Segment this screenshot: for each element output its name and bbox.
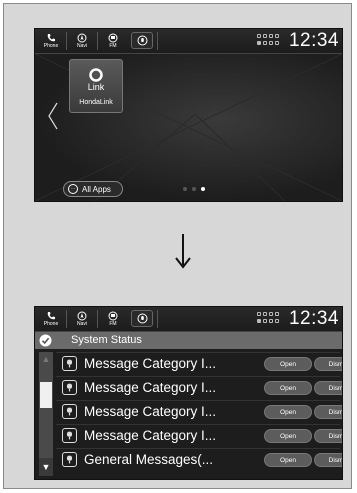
separator — [66, 32, 67, 50]
system-status-icons — [257, 311, 281, 327]
message-row[interactable]: General Messages(... Open Dismiss — [56, 448, 342, 471]
message-row[interactable]: Message Category I... Open Dismiss — [56, 400, 342, 423]
phone-button[interactable]: Phone — [37, 30, 65, 52]
siri-button[interactable] — [131, 32, 153, 49]
clock: 12:34 — [288, 308, 339, 329]
separator — [66, 310, 67, 328]
system-status-icons — [257, 33, 281, 49]
dismiss-button[interactable]: Dismiss — [314, 405, 342, 419]
message-title: Message Category I... — [84, 428, 217, 443]
home-screen: Phone Navi FM 12:34 Link HondaLink ⋯ All… — [34, 28, 343, 202]
open-button[interactable]: Open — [264, 429, 312, 443]
message-title: Message Category I... — [84, 404, 217, 419]
open-button[interactable]: Open — [264, 405, 312, 419]
figure-panel: Phone Navi FM 12:34 Link HondaLink ⋯ All… — [3, 3, 352, 489]
hondalink-app-tile[interactable]: Link HondaLink — [69, 59, 123, 113]
scroll-down-icon[interactable]: ▼ — [39, 458, 53, 476]
message-title: Message Category I... — [84, 380, 217, 395]
app-name: HondaLink — [79, 99, 113, 106]
message-icon — [62, 428, 77, 443]
all-apps-button[interactable]: ⋯ All Apps — [63, 181, 123, 197]
separator — [97, 32, 98, 50]
clock: 12:34 — [288, 30, 339, 51]
hondalink-logo-icon — [89, 68, 103, 82]
navi-icon — [77, 311, 87, 321]
dismiss-button[interactable]: Dismiss — [314, 429, 342, 443]
siri-icon — [137, 35, 147, 46]
fm-icon — [108, 311, 118, 321]
navi-icon — [77, 33, 87, 43]
open-button[interactable]: Open — [264, 357, 312, 371]
fm-button[interactable]: FM — [99, 30, 127, 52]
phone-icon — [47, 34, 55, 42]
message-icon — [62, 452, 77, 467]
message-row[interactable]: Message Category I... Open Dismiss — [56, 352, 342, 375]
navi-label: Navi — [76, 321, 87, 327]
open-button[interactable]: Open — [264, 453, 312, 467]
system-status-header[interactable]: System Status — [35, 332, 342, 349]
dismiss-button[interactable]: Dismiss — [314, 381, 342, 395]
check-icon — [39, 334, 52, 347]
page-title: System Status — [71, 334, 142, 346]
separator — [157, 32, 158, 50]
status-bar: Phone Navi FM 12:34 — [35, 307, 342, 332]
fm-icon — [108, 33, 118, 43]
navi-button[interactable]: Navi — [68, 308, 96, 330]
siri-button[interactable] — [131, 310, 153, 327]
page-dot — [183, 187, 187, 191]
message-icon — [62, 356, 77, 371]
page-indicator — [183, 187, 205, 191]
hondalink-logo-text: Link — [87, 82, 105, 92]
message-row[interactable]: Message Category I... Open Dismiss — [56, 376, 342, 399]
message-title: Message Category I... — [84, 356, 217, 371]
message-icon — [62, 404, 77, 419]
grid-icon: ⋯ — [68, 184, 78, 194]
separator — [157, 310, 158, 328]
message-row[interactable]: Message Category I... Open Dismiss — [56, 424, 342, 447]
status-bar: Phone Navi FM 12:34 — [35, 29, 342, 54]
message-title: General Messages(... — [84, 452, 214, 467]
dismiss-button[interactable]: Dismiss — [314, 453, 342, 467]
all-apps-label: All Apps — [82, 184, 111, 194]
scroll-thumb[interactable] — [40, 382, 52, 408]
siri-icon — [137, 313, 147, 324]
fm-label: FM — [109, 43, 117, 49]
scroll-up-icon[interactable]: ▲ — [39, 352, 53, 366]
scrollbar[interactable]: ▲ ▼ — [39, 352, 53, 476]
message-icon — [62, 380, 77, 395]
page-dot-active — [201, 187, 205, 191]
open-button[interactable]: Open — [264, 381, 312, 395]
separator — [97, 310, 98, 328]
phone-label: Phone — [43, 43, 59, 49]
down-arrow-icon — [175, 234, 191, 269]
system-status-screen: Phone Navi FM 12:34 System Status ▲ ▼ Me… — [34, 306, 343, 480]
fm-label: FM — [109, 321, 117, 327]
page-dot — [192, 187, 196, 191]
navi-label: Navi — [76, 43, 87, 49]
phone-icon — [47, 312, 55, 320]
navi-button[interactable]: Navi — [68, 30, 96, 52]
dismiss-button[interactable]: Dismiss — [314, 357, 342, 371]
chevron-left-icon[interactable] — [46, 101, 60, 131]
phone-button[interactable]: Phone — [37, 308, 65, 330]
phone-label: Phone — [43, 321, 59, 327]
fm-button[interactable]: FM — [99, 308, 127, 330]
